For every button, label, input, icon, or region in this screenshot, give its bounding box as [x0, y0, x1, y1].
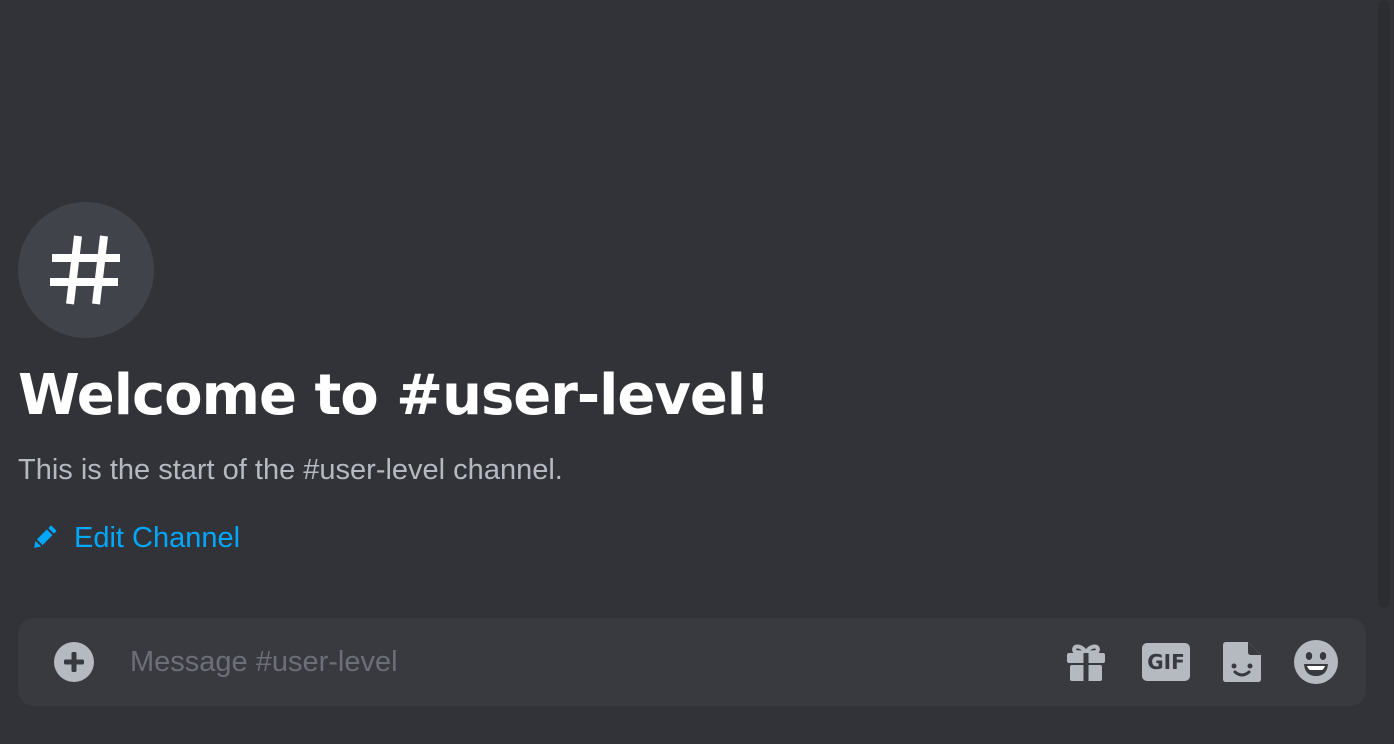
sticker-icon	[1223, 642, 1261, 682]
channel-hash-avatar	[18, 202, 154, 338]
scrollbar[interactable]	[1378, 0, 1390, 608]
gift-icon	[1067, 644, 1105, 681]
gif-label: GIF	[1142, 643, 1190, 681]
edit-channel-button[interactable]: Edit Channel	[30, 516, 240, 560]
welcome-description: This is the start of the #user-level cha…	[18, 454, 563, 486]
emoji-icon	[1294, 640, 1338, 684]
gif-button[interactable]: GIF	[1140, 638, 1192, 686]
plus-circle-icon[interactable]	[53, 641, 95, 683]
gift-button[interactable]	[1064, 638, 1108, 686]
welcome-title: Welcome to #user-level!	[18, 363, 771, 428]
emoji-button[interactable]	[1292, 638, 1340, 686]
message-composer: GIF	[18, 618, 1366, 706]
hash-icon	[50, 235, 120, 305]
pencil-icon	[34, 525, 57, 548]
sticker-button[interactable]	[1220, 638, 1264, 686]
chat-area: Welcome to #user-level! This is the star…	[0, 0, 1394, 744]
edit-channel-label: Edit Channel	[74, 522, 241, 554]
message-input[interactable]	[130, 638, 1030, 686]
